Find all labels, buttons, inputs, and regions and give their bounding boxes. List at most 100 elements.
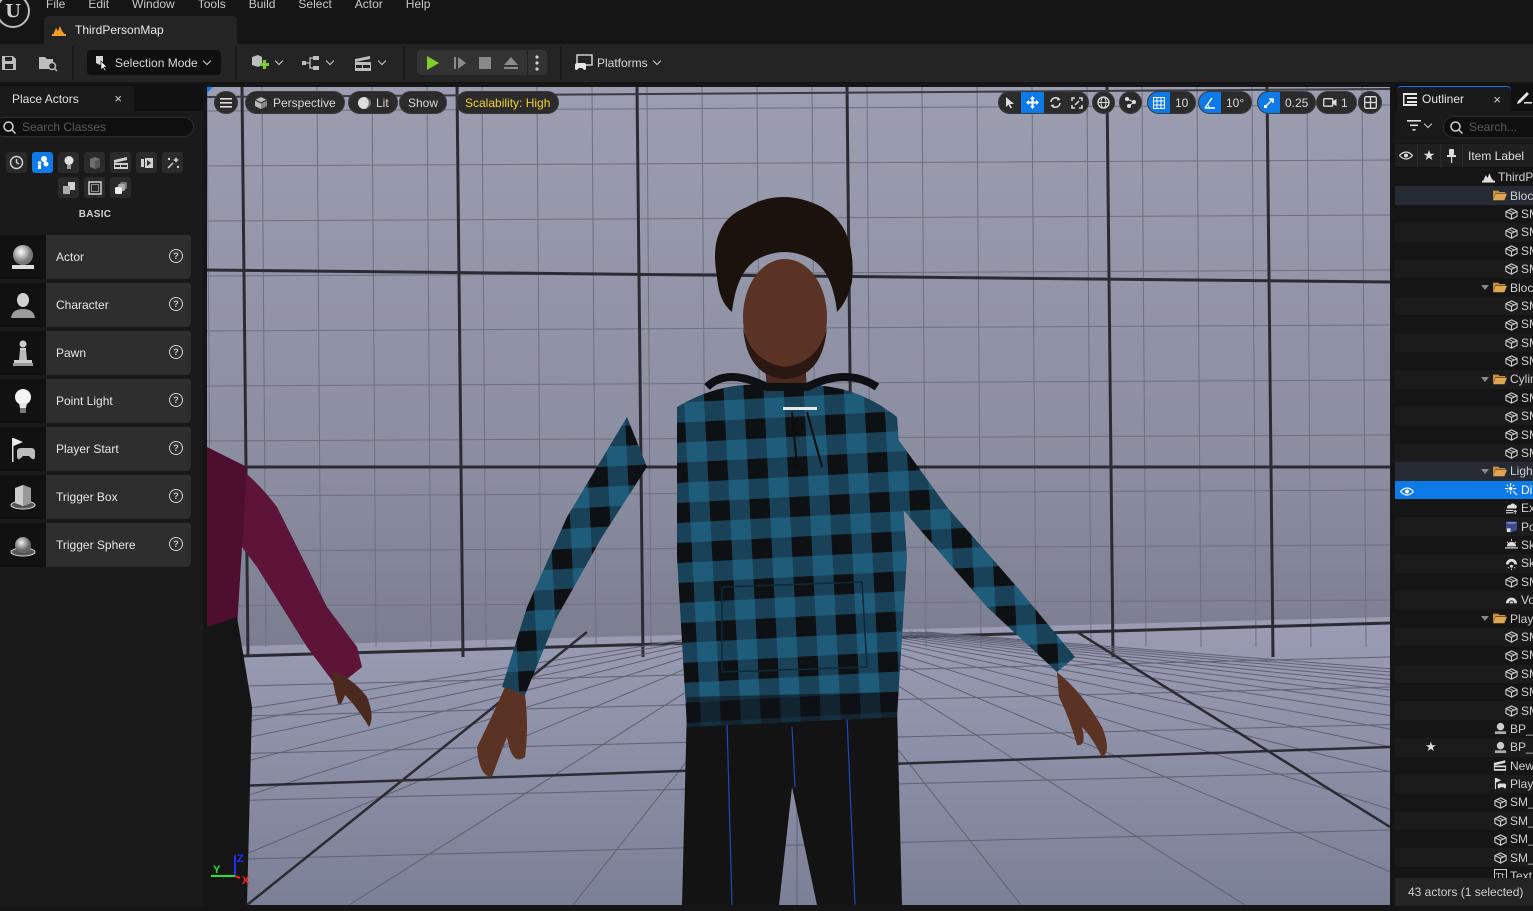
outliner-actor-row[interactable]: SM_Cube: [1395, 701, 1533, 720]
expand-arrow-icon[interactable]: [1481, 469, 1489, 475]
outliner-folder-row[interactable]: Lighting: [1395, 462, 1533, 481]
outliner-actor-row[interactable]: ★ BP_: [1395, 738, 1533, 757]
outliner-actor-row[interactable]: ThirdPersonMap: [1395, 168, 1533, 186]
menu-build[interactable]: Build: [249, 0, 287, 12]
expand-arrow-icon[interactable]: [1481, 377, 1489, 383]
menu-actor[interactable]: Actor: [355, 0, 394, 12]
outliner-actor-row[interactable]: SM_Cylinder: [1395, 425, 1533, 443]
scale-tool-button[interactable]: [1066, 92, 1088, 113]
outliner-actor-row[interactable]: PlayerStart: [1395, 774, 1533, 794]
translate-tool-button[interactable]: [1021, 92, 1044, 113]
save-button[interactable]: [0, 53, 18, 73]
eject-button[interactable]: [500, 53, 522, 72]
outliner-folder-row[interactable]: BlockoutArea: [1395, 186, 1533, 205]
menu-tools[interactable]: Tools: [198, 0, 237, 12]
outliner-actor-row[interactable]: SM_Cube: [1395, 646, 1533, 664]
search-classes-field[interactable]: [0, 117, 194, 137]
rotate-tool-button[interactable]: [1044, 92, 1066, 113]
outliner-actor-row[interactable]: NewLevelSequence: [1395, 757, 1533, 775]
help-icon[interactable]: ?: [169, 393, 183, 407]
grid-snap-toggle[interactable]: [1148, 92, 1170, 113]
actor-item-trigger-box[interactable]: Trigger Box ?: [0, 475, 191, 519]
category-basic[interactable]: [32, 152, 53, 173]
grid-snap-value[interactable]: 10: [1170, 92, 1195, 113]
outliner-actor-row[interactable]: SM_Cylinder: [1395, 389, 1533, 407]
map-tab[interactable]: ThirdPersonMap: [44, 16, 237, 44]
outliner-search-input[interactable]: [1469, 120, 1533, 134]
surface-snapping-button[interactable]: [1119, 91, 1142, 114]
outliner-actor-row[interactable]: SM_SkySphere: [1395, 573, 1533, 591]
outliner-folder-row[interactable]: Cylinders: [1395, 370, 1533, 389]
expand-arrow-icon[interactable]: [1481, 616, 1489, 622]
unreal-logo-icon[interactable]: U: [0, 0, 30, 28]
outliner-actor-row[interactable]: SM_Cube: [1395, 242, 1533, 260]
outliner-actor-row[interactable]: SM_Cube: [1395, 296, 1533, 316]
category-effects[interactable]: [162, 152, 183, 173]
outliner-folder-row[interactable]: Blocks: [1395, 278, 1533, 296]
outliner-actor-row[interactable]: SM_: [1395, 830, 1533, 848]
help-icon[interactable]: ?: [169, 441, 183, 455]
stop-button[interactable]: [475, 53, 495, 72]
outliner-actor-row[interactable]: SM_Cube: [1395, 352, 1533, 370]
level-viewport[interactable]: Z Y X Perspective Lit Show Scalability: …: [207, 87, 1390, 905]
rotation-snap-toggle[interactable]: [1199, 92, 1221, 113]
outliner-actor-row[interactable]: ExponentialHeightFog: [1395, 499, 1533, 517]
scale-snap-toggle[interactable]: [1258, 92, 1280, 113]
outliner-actor-row[interactable]: SM_Cube: [1395, 627, 1533, 647]
actor-item-trigger-sphere[interactable]: Trigger Sphere ?: [0, 523, 191, 567]
rotation-snap-value[interactable]: 10°: [1221, 92, 1251, 113]
help-icon[interactable]: ?: [169, 345, 183, 359]
favorite-column[interactable]: ★: [1418, 143, 1441, 168]
scale-snap-value[interactable]: 0.25: [1280, 92, 1315, 113]
actor-item-pawn[interactable]: Pawn ?: [0, 331, 191, 375]
menu-help[interactable]: Help: [406, 0, 442, 12]
camera-speed-button[interactable]: 1: [1316, 91, 1357, 114]
outliner-actor-row[interactable]: SM_Cylinder: [1395, 443, 1533, 463]
filter-dropdown[interactable]: [1407, 119, 1433, 131]
category-volumes[interactable]: [58, 177, 79, 198]
show-flags-button[interactable]: Show: [399, 91, 448, 114]
eye-icon[interactable]: [1399, 485, 1415, 499]
category-lights[interactable]: [58, 152, 79, 173]
menu-window[interactable]: Window: [132, 0, 186, 12]
outliner-folder-row[interactable]: PlayArea: [1395, 609, 1533, 627]
selection-mode-dropdown[interactable]: Selection Mode: [87, 50, 221, 75]
viewport-scene[interactable]: Z Y X: [207, 87, 1390, 905]
outliner-actor-row[interactable]: SM_Cube: [1395, 333, 1533, 352]
lighting-mode-button[interactable]: Lit: [348, 91, 398, 114]
outliner-actor-row[interactable]: SM_: [1395, 848, 1533, 867]
menu-select[interactable]: Select: [298, 0, 342, 12]
close-icon[interactable]: ×: [114, 91, 122, 106]
blueprints-dropdown[interactable]: [299, 52, 335, 74]
view-mode-perspective-button[interactable]: Perspective: [245, 91, 345, 114]
outliner-actor-row[interactable]: DirectionalLight: [1395, 480, 1533, 500]
category-visual-effects[interactable]: [136, 152, 157, 173]
outliner-actor-row[interactable]: SM_Cube: [1395, 315, 1533, 333]
details-tab[interactable]: [1516, 89, 1532, 108]
help-icon[interactable]: ?: [169, 249, 183, 263]
viewport-options-button[interactable]: [214, 91, 238, 114]
outliner-actor-row[interactable]: SM_Cube: [1395, 683, 1533, 701]
category-geometry[interactable]: [84, 177, 105, 198]
place-actors-tab[interactable]: Place Actors ×: [0, 86, 134, 111]
outliner-actor-row[interactable]: SkyAtmosphere: [1395, 536, 1533, 554]
outliner-actor-row[interactable]: SM_Cube: [1395, 223, 1533, 242]
category-recently-placed[interactable]: [6, 152, 27, 173]
coordinate-system-button[interactable]: [1092, 91, 1115, 114]
outliner-actor-row[interactable]: SM_Cube: [1395, 664, 1533, 683]
outliner-actor-row[interactable]: SM_Cylinder: [1395, 407, 1533, 426]
actor-item-actor[interactable]: Actor ?: [0, 235, 191, 279]
play-button[interactable]: [423, 53, 443, 72]
outliner-actor-row[interactable]: SM_Cube: [1395, 205, 1533, 223]
expand-arrow-icon[interactable]: [1481, 285, 1489, 291]
browse-content-button[interactable]: [37, 53, 59, 73]
visibility-column[interactable]: [1395, 143, 1418, 168]
category-cinematic[interactable]: [110, 152, 131, 173]
help-icon[interactable]: ?: [169, 489, 183, 503]
category-shapes[interactable]: [84, 152, 105, 173]
cinematics-dropdown[interactable]: [351, 52, 387, 74]
actor-item-point-light[interactable]: Point Light ?: [0, 379, 191, 423]
actor-item-character[interactable]: Character ?: [0, 283, 191, 327]
favorite-star-icon[interactable]: ★: [1425, 739, 1437, 755]
select-tool-button[interactable]: [999, 92, 1021, 113]
